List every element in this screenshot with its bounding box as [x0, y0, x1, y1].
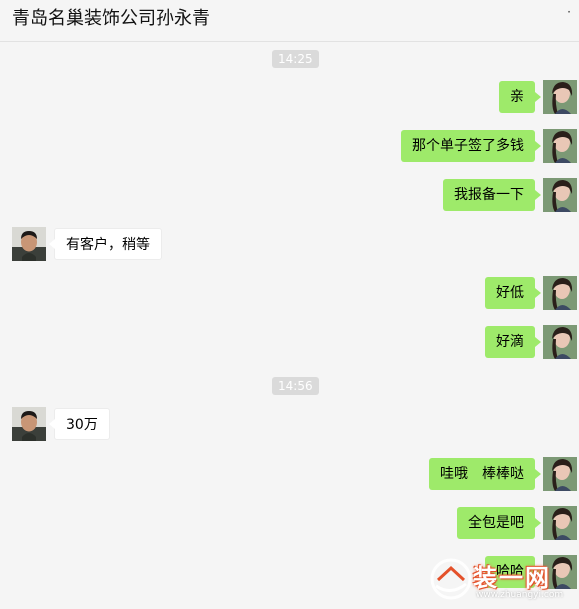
message-bubble[interactable]: 哇哦 棒棒哒	[429, 458, 541, 490]
chat-title: 青岛名巢装饰公司孙永青	[12, 8, 210, 29]
self-avatar[interactable]	[543, 129, 577, 163]
message-row: 那个单子签了多钱	[0, 128, 579, 164]
more-options-icon[interactable]: ·	[567, 6, 571, 18]
contact-avatar[interactable]	[12, 407, 46, 441]
self-avatar[interactable]	[543, 457, 577, 491]
chat-header: 青岛名巢装饰公司孙永青 ·	[0, 0, 579, 42]
timestamp: 14:56	[272, 377, 319, 395]
watermark-logo: 装一网 www.zhuangyi.com	[428, 552, 578, 607]
message-row: 好低	[0, 275, 579, 311]
self-avatar[interactable]	[543, 276, 577, 310]
timestamp: 14:25	[272, 50, 319, 68]
message-bubble[interactable]: 30万	[49, 408, 110, 440]
self-avatar[interactable]	[543, 178, 577, 212]
house-logo-icon	[430, 558, 472, 600]
self-avatar[interactable]	[543, 80, 577, 114]
message-row: 好滴	[0, 324, 579, 360]
message-bubble[interactable]: 好低	[485, 277, 541, 309]
watermark-url: www.zhuangyi.com	[476, 590, 564, 600]
message-row: 30万	[0, 406, 579, 442]
self-avatar[interactable]	[543, 325, 577, 359]
contact-avatar[interactable]	[12, 227, 46, 261]
message-bubble[interactable]: 有客户，稍等	[49, 228, 162, 260]
self-avatar[interactable]	[543, 506, 577, 540]
message-row: 我报备一下	[0, 177, 579, 213]
message-row: 亲	[0, 79, 579, 115]
message-bubble[interactable]: 我报备一下	[443, 179, 541, 211]
message-row: 有客户，稍等	[0, 226, 579, 262]
message-bubble[interactable]: 全包是吧	[457, 507, 541, 539]
message-bubble[interactable]: 那个单子签了多钱	[401, 130, 541, 162]
message-bubble[interactable]: 亲	[499, 81, 541, 113]
message-row: 全包是吧	[0, 505, 579, 541]
message-bubble[interactable]: 好滴	[485, 326, 541, 358]
message-row: 哇哦 棒棒哒	[0, 456, 579, 492]
watermark-brand: 装一网	[473, 564, 551, 592]
